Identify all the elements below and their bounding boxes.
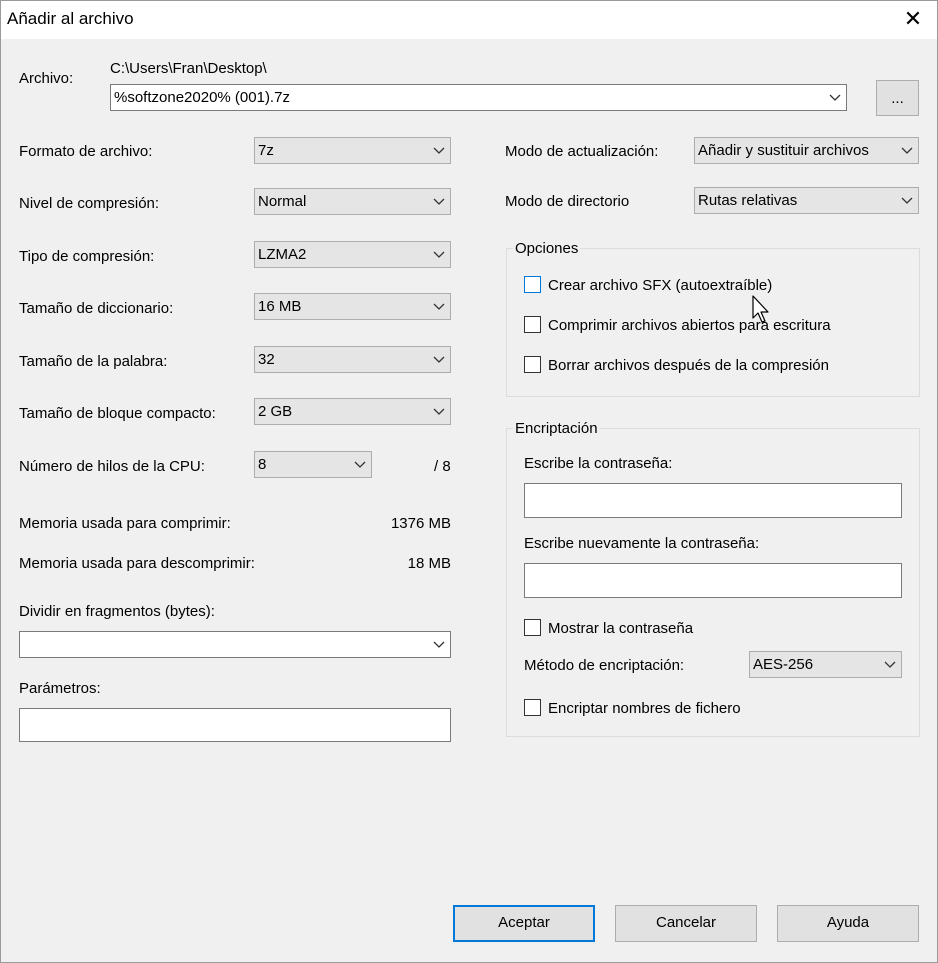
split-label: Dividir en fragmentos (bytes): bbox=[19, 603, 215, 620]
params-label: Parámetros: bbox=[19, 680, 101, 697]
update-mode-select[interactable]: Añadir y sustituir archivos bbox=[694, 137, 919, 164]
params-input[interactable] bbox=[19, 708, 451, 742]
delete-files-checkbox[interactable] bbox=[524, 356, 541, 373]
word-size-select[interactable]: 32 bbox=[254, 346, 451, 373]
show-password-checkbox[interactable] bbox=[524, 619, 541, 636]
mem-decompress-label: Memoria usada para descomprimir: bbox=[19, 555, 255, 572]
chevron-down-icon bbox=[433, 356, 445, 363]
mem-decompress-value: 18 MB bbox=[407, 555, 451, 572]
chevron-down-icon bbox=[433, 408, 445, 415]
archive-name-combo[interactable]: %softzone2020% (001).7z bbox=[110, 84, 847, 111]
update-mode-value: Añadir y sustituir archivos bbox=[698, 142, 869, 159]
format-value: 7z bbox=[258, 142, 274, 159]
format-label: Formato de archivo: bbox=[19, 143, 153, 160]
mem-compress-label: Memoria usada para comprimir: bbox=[19, 515, 231, 532]
threads-max: / 8 bbox=[434, 458, 451, 475]
encrypt-names-checkbox[interactable] bbox=[524, 699, 541, 716]
title-bar: Añadir al archivo ✕ bbox=[1, 1, 937, 39]
dictionary-select[interactable]: 16 MB bbox=[254, 293, 451, 320]
chevron-down-icon bbox=[433, 198, 445, 205]
chevron-down-icon bbox=[433, 147, 445, 154]
password-confirm-input[interactable] bbox=[524, 563, 902, 598]
method-value: LZMA2 bbox=[258, 246, 307, 263]
path-mode-value: Rutas relativas bbox=[698, 192, 798, 209]
chevron-down-icon bbox=[433, 641, 445, 648]
chevron-down-icon bbox=[901, 147, 913, 154]
password-input[interactable] bbox=[524, 483, 902, 518]
solid-block-label: Tamaño de bloque compacto: bbox=[19, 405, 216, 422]
delete-files-label: Borrar archivos después de la compresión bbox=[548, 357, 829, 374]
mem-compress-value: 1376 MB bbox=[390, 515, 451, 532]
threads-select[interactable]: 8 bbox=[254, 451, 372, 478]
archive-path: C:\Users\Fran\Desktop\ bbox=[110, 60, 267, 77]
encryption-method-select[interactable]: AES-256 bbox=[749, 651, 902, 678]
show-password-label: Mostrar la contraseña bbox=[548, 620, 694, 637]
chevron-down-icon bbox=[433, 251, 445, 258]
encryption-method-value: AES-256 bbox=[753, 656, 814, 673]
close-icon[interactable]: ✕ bbox=[889, 1, 937, 39]
add-to-archive-dialog: Añadir al archivo ✕ Archivo: C:\Users\Fr… bbox=[0, 0, 938, 963]
shared-files-checkbox[interactable] bbox=[524, 316, 541, 333]
browse-button[interactable]: ... bbox=[876, 80, 919, 116]
mouse-cursor-icon bbox=[752, 295, 769, 323]
encrypt-names-label: Encriptar nombres de fichero bbox=[548, 700, 741, 717]
method-select[interactable]: LZMA2 bbox=[254, 241, 451, 268]
dictionary-label: Tamaño de diccionario: bbox=[19, 300, 174, 317]
dictionary-value: 16 MB bbox=[258, 298, 302, 315]
shared-files-label: Comprimir archivos abiertos para escritu… bbox=[548, 317, 831, 334]
encryption-method-label: Método de encriptación: bbox=[524, 657, 685, 674]
chevron-down-icon bbox=[354, 461, 366, 468]
threads-value: 8 bbox=[258, 456, 267, 473]
options-title: Opciones bbox=[513, 240, 581, 257]
sfx-checkbox[interactable] bbox=[524, 276, 541, 293]
solid-block-select[interactable]: 2 GB bbox=[254, 398, 451, 425]
password-confirm-label: Escribe nuevamente la contraseña: bbox=[524, 535, 760, 552]
path-mode-label: Modo de directorio bbox=[505, 193, 630, 210]
encryption-title: Encriptación bbox=[513, 420, 600, 437]
sfx-label: Crear archivo SFX (autoextraíble) bbox=[548, 277, 773, 294]
solid-block-value: 2 GB bbox=[258, 403, 293, 420]
word-size-label: Tamaño de la palabra: bbox=[19, 353, 168, 370]
update-mode-label: Modo de actualización: bbox=[505, 143, 659, 160]
cancel-button[interactable]: Cancelar bbox=[615, 905, 757, 942]
chevron-down-icon bbox=[433, 303, 445, 310]
chevron-down-icon bbox=[901, 197, 913, 204]
path-mode-select[interactable]: Rutas relativas bbox=[694, 187, 919, 214]
split-select[interactable] bbox=[19, 631, 451, 658]
password-label: Escribe la contraseña: bbox=[524, 455, 673, 472]
archive-label: Archivo: bbox=[19, 70, 74, 87]
archive-name-value: %softzone2020% (001).7z bbox=[114, 89, 290, 106]
format-select[interactable]: 7z bbox=[254, 137, 451, 164]
method-label: Tipo de compresión: bbox=[19, 248, 155, 265]
chevron-down-icon bbox=[829, 94, 841, 101]
ok-button[interactable]: Aceptar bbox=[453, 905, 595, 942]
window-title: Añadir al archivo bbox=[7, 9, 134, 28]
chevron-down-icon bbox=[884, 661, 896, 668]
level-label: Nivel de compresión: bbox=[19, 195, 160, 212]
help-button[interactable]: Ayuda bbox=[777, 905, 919, 942]
word-size-value: 32 bbox=[258, 351, 275, 368]
level-select[interactable]: Normal bbox=[254, 188, 451, 215]
threads-label: Número de hilos de la CPU: bbox=[19, 458, 205, 475]
level-value: Normal bbox=[258, 193, 307, 210]
